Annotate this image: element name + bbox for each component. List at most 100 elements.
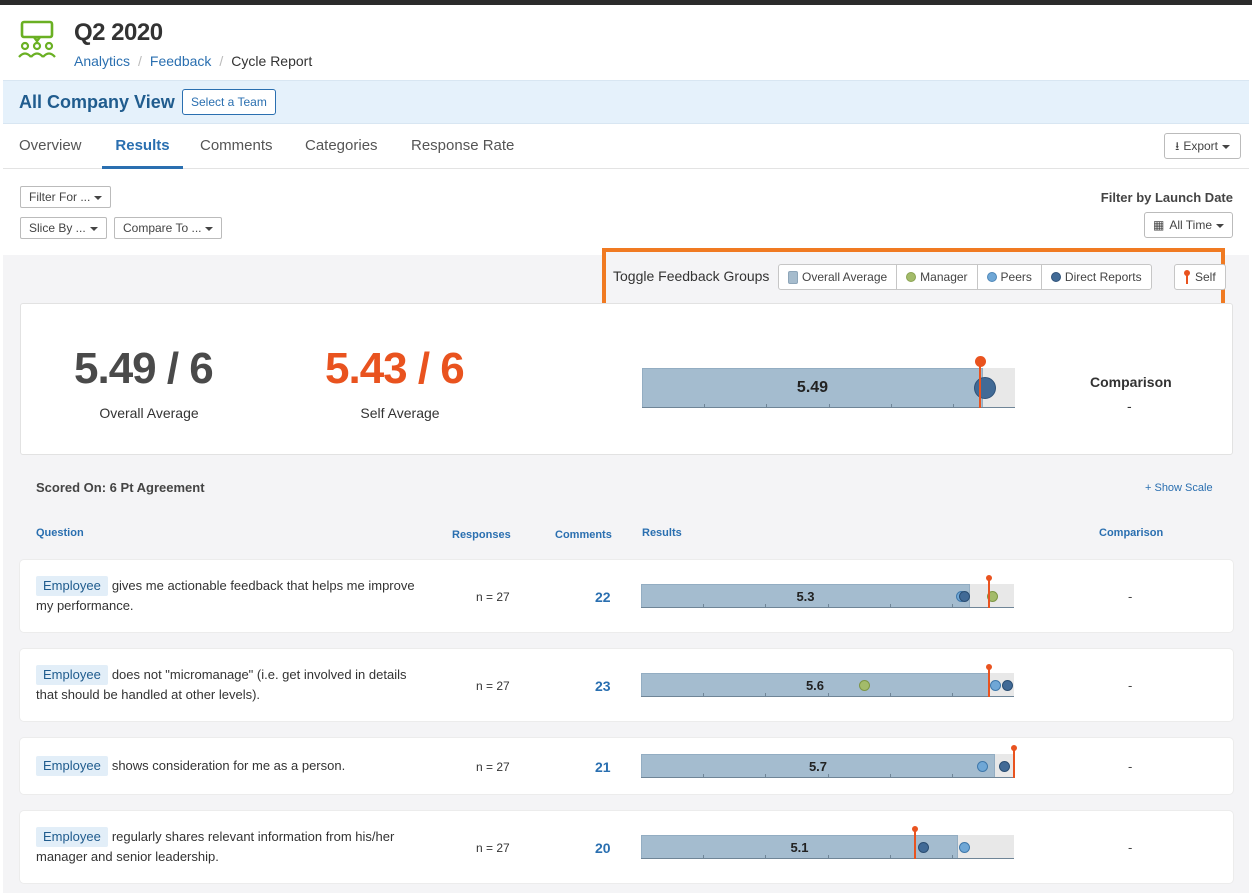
direct-reports-marker[interactable] <box>918 842 929 853</box>
toggle-overall-average[interactable]: Overall Average <box>779 265 898 289</box>
slice-by-dropdown[interactable]: Slice By ... <box>20 217 107 239</box>
self-marker-head[interactable] <box>1011 745 1017 751</box>
employee-tag: Employee <box>36 827 108 847</box>
question-text: Employee does not "micromanage" (i.e. get… <box>36 665 416 705</box>
breadcrumb-analytics[interactable]: Analytics <box>74 53 130 69</box>
scored-on-label: Scored On: 6 Pt Agreement <box>36 480 205 495</box>
comparison-title: Comparison <box>1090 374 1172 390</box>
chevron-down-icon <box>205 226 214 231</box>
bar-tick <box>829 404 830 408</box>
bar-tick <box>766 404 767 408</box>
compare-to-dropdown[interactable]: Compare To ... <box>114 217 223 239</box>
employee-tag: Employee <box>36 576 108 596</box>
self-marker-line[interactable] <box>1013 748 1015 778</box>
show-scale-link[interactable]: + Show Scale <box>1145 482 1213 494</box>
direct-reports-marker[interactable] <box>1002 680 1013 691</box>
question-row[interactable]: Employee does not "micromanage" (i.e. get… <box>20 649 1233 721</box>
export-button[interactable]: ⭳ Export <box>1164 133 1241 159</box>
overall-average-swatch-icon <box>788 270 798 284</box>
company-view-title: All Company View <box>19 92 175 112</box>
comment-count-link[interactable]: 20 <box>595 840 611 856</box>
question-row[interactable]: Employee shows consideration for me as a … <box>20 738 1233 794</box>
column-header-results[interactable]: Results <box>642 527 682 539</box>
toggle-manager[interactable]: Manager <box>897 265 978 289</box>
tab-results[interactable]: Results <box>102 124 183 169</box>
direct-reports-marker[interactable] <box>959 591 970 602</box>
bar-tick <box>703 774 704 778</box>
tab-response-rate[interactable]: Response Rate <box>411 124 514 169</box>
launch-date-value: All Time <box>1169 218 1212 232</box>
bar-tick <box>952 604 953 608</box>
peers-marker[interactable] <box>977 761 988 772</box>
toggle-direct-reports[interactable]: Direct Reports <box>1042 265 1151 289</box>
column-header-responses[interactable]: Responses <box>452 529 511 541</box>
question-body: shows consideration for me as a person. <box>111 758 346 773</box>
toggle-feedback-groups-label: Toggle Feedback Groups <box>613 268 770 284</box>
column-header-comments[interactable]: Comments <box>555 529 612 541</box>
page-header: Q2 2020 Analytics / Feedback / Cycle Rep… <box>3 5 1249 80</box>
comparison-value: - <box>1128 840 1133 855</box>
bar-ticks <box>641 855 1014 859</box>
bar-ticks <box>641 774 1014 778</box>
bar-tick <box>890 774 891 778</box>
bar-tick <box>703 855 704 859</box>
comment-count-link[interactable]: 21 <box>595 759 611 775</box>
bar-tick <box>828 774 829 778</box>
self-marker-head[interactable] <box>912 826 918 832</box>
bar-tick <box>952 693 953 697</box>
summary-card: 5.49 / 6 Overall Average 5.43 / 6 Self A… <box>20 303 1233 455</box>
launch-date-dropdown[interactable]: ▦ All Time <box>1143 212 1233 238</box>
self-marker-line[interactable] <box>914 829 916 859</box>
question-text: Employee shows consideration for me as a … <box>36 756 416 776</box>
breadcrumb-current: Cycle Report <box>231 53 313 69</box>
column-header-comparison[interactable]: Comparison <box>1099 527 1163 539</box>
filter-for-dropdown[interactable]: Filter For ... <box>20 186 112 208</box>
peers-marker[interactable] <box>959 842 970 853</box>
select-team-button[interactable]: Select a Team <box>182 89 276 115</box>
tab-categories[interactable]: Categories <box>305 124 378 169</box>
response-count: n = 27 <box>476 760 510 774</box>
compare-to-label: Compare To ... <box>123 221 202 235</box>
manager-dot-icon <box>906 272 917 282</box>
self-marker-head[interactable] <box>975 356 986 367</box>
self-pin-icon <box>1184 270 1190 284</box>
direct-reports-marker[interactable] <box>974 377 996 399</box>
bar-tick <box>765 774 766 778</box>
question-row[interactable]: Employee gives me actionable feedback tha… <box>20 560 1233 632</box>
company-view-bar: All Company View Select a Team <box>3 80 1249 124</box>
export-label: Export <box>1183 139 1218 153</box>
tab-comments[interactable]: Comments <box>200 124 273 169</box>
summary-bar-value: 5.49 <box>796 379 829 396</box>
bar-tick <box>890 693 891 697</box>
bar-ticks <box>641 693 1014 697</box>
self-marker-head[interactable] <box>986 664 992 670</box>
bar-tick <box>703 693 704 697</box>
tab-overview[interactable]: Overview <box>19 124 82 169</box>
self-marker-head[interactable] <box>986 575 992 581</box>
self-marker-line[interactable] <box>979 362 981 408</box>
comment-count-link[interactable]: 23 <box>595 678 611 694</box>
manager-marker[interactable] <box>859 680 870 691</box>
direct-reports-dot-icon <box>1050 272 1061 282</box>
comment-count-link[interactable]: 22 <box>595 589 611 605</box>
toggle-self[interactable]: Self <box>1174 264 1226 290</box>
response-count: n = 27 <box>476 590 510 604</box>
comparison-value: - <box>1127 398 1132 414</box>
calendar-icon: ▦ <box>1152 218 1165 232</box>
column-header-question[interactable]: Question <box>36 527 84 539</box>
comparison-value: - <box>1128 589 1133 604</box>
peers-marker[interactable] <box>990 680 1001 691</box>
self-marker-line[interactable] <box>988 578 990 608</box>
question-result-bar: 5.6 <box>641 664 1014 697</box>
breadcrumb-feedback[interactable]: Feedback <box>150 53 211 69</box>
question-row[interactable]: Employee regularly shares relevant inform… <box>20 811 1233 883</box>
direct-reports-marker[interactable] <box>999 761 1010 772</box>
toggle-self-label: Self <box>1195 270 1216 284</box>
bar-tick <box>828 604 829 608</box>
toggle-peers[interactable]: Peers <box>978 265 1042 289</box>
self-marker-line[interactable] <box>988 667 990 697</box>
filters-bar: Filter For ... Slice By ... Compare To .… <box>3 169 1249 255</box>
question-result-bar: 5.3 <box>641 575 1014 608</box>
feedback-team-icon <box>18 20 56 58</box>
feedback-group-toggles: Overall Average Manager Peers Direct Rep… <box>778 264 1152 290</box>
